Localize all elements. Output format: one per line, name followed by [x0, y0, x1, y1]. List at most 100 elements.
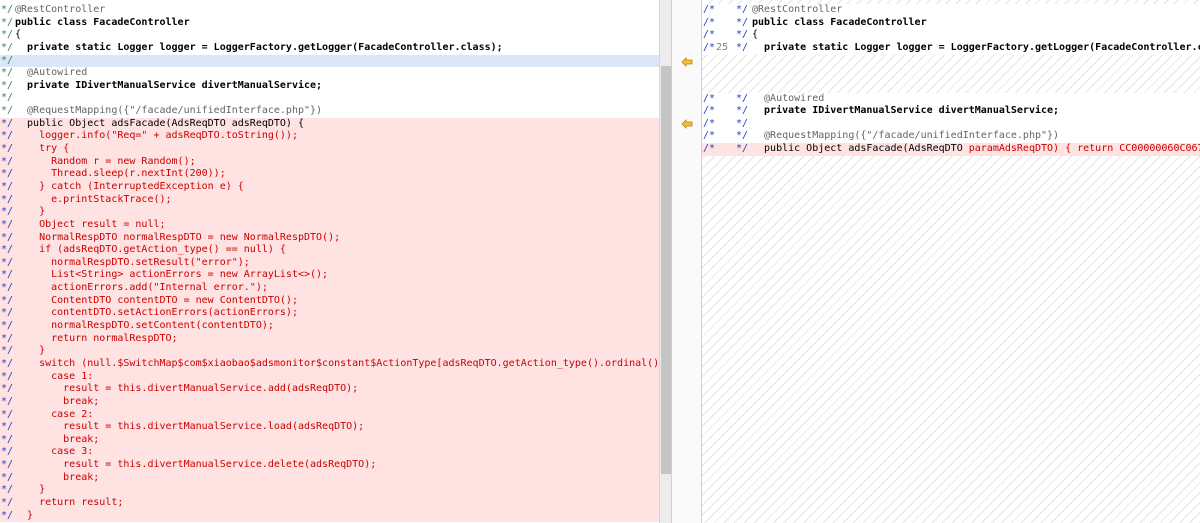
code-line[interactable]: */ result = this.divertManualService.add…	[0, 383, 659, 396]
code-text: result = this.divertManualService.add(ad…	[15, 383, 359, 395]
code-text: if (adsReqDTO.getAction_type() == null) …	[15, 244, 286, 256]
code-line[interactable]: */ break;	[0, 433, 659, 447]
code-line[interactable]: /* */ @RequestMapping({"/facade/unifiedIn…	[702, 130, 1200, 144]
code-text: @RequestMapping({"/facade/unifiedInterfa…	[752, 130, 1059, 143]
compare-editor: */@RestController */public class FacadeCo…	[0, 0, 1200, 523]
code-line[interactable]: */ result = this.divertManualService.loa…	[0, 421, 659, 434]
code-line[interactable]: */ @Autowired	[0, 67, 659, 80]
code-line[interactable]: */ NormalRespDTO normalRespDTO = new Nor…	[0, 231, 659, 245]
right-source-pane[interactable]: /* */@RestController/* */public class Faca…	[702, 0, 1200, 523]
left-arrow-icon[interactable]	[681, 119, 693, 129]
code-line[interactable]	[702, 55, 1200, 93]
code-text: normalRespDTO.setContent(contentDTO);	[15, 320, 274, 332]
left-arrow-icon[interactable]	[681, 57, 693, 67]
code-text: normalRespDTO.setResult("error");	[15, 256, 250, 268]
changed-code-segment: paramAdsReqDTO) { return CC00000060C0675…	[968, 143, 1200, 155]
code-text: Random r = new Random();	[15, 155, 196, 167]
code-text: public class FacadeController	[752, 17, 927, 30]
code-line[interactable]: */	[0, 54, 659, 68]
code-line[interactable]: /* */	[702, 117, 1200, 131]
code-text: @RestController	[15, 4, 106, 15]
code-line[interactable]: */ }	[0, 509, 659, 523]
code-line[interactable]: */ Thread.sleep(r.nextInt(200));	[0, 168, 659, 181]
code-text: actionErrors.add("Internal error.");	[15, 282, 268, 294]
code-line[interactable]: /* 25 */ private static Logger logger = Lo…	[702, 41, 1200, 55]
code-text: result = this.divertManualService.delete…	[15, 459, 377, 471]
code-line[interactable]: /* */public class FacadeController	[702, 16, 1200, 30]
code-line[interactable]: */ }	[0, 345, 659, 358]
code-segment: {	[752, 29, 759, 41]
code-text: logger.info("Req=" + adsReqDTO.toString(…	[15, 130, 298, 142]
left-source-pane[interactable]: */@RestController */public class FacadeCo…	[0, 0, 659, 523]
code-line[interactable]: /* */ @Autowired	[702, 92, 1200, 106]
code-line[interactable]: */ switch (null.$SwitchMap$com$xiaobao$a…	[0, 357, 659, 371]
code-line[interactable]: */ }	[0, 484, 659, 497]
code-text: } catch (InterruptedException e) {	[15, 180, 244, 192]
code-line[interactable]: */ logger.info("Req=" + adsReqDTO.toStri…	[0, 130, 659, 144]
code-line[interactable]: */ result = this.divertManualService.del…	[0, 459, 659, 472]
code-line[interactable]: */ return result;	[0, 496, 659, 510]
code-line[interactable]: /* */{	[702, 29, 1200, 42]
right-code-lines: /* */@RestController/* */public class Faca…	[702, 4, 1200, 156]
code-line[interactable]: */ @RequestMapping({"/facade/unifiedInte…	[0, 105, 659, 118]
code-line[interactable]: */ case 1:	[0, 370, 659, 384]
code-segment: public Object adsFacade(AdsReqDTO	[752, 143, 969, 155]
code-line[interactable]: */ Object result = null;	[0, 218, 659, 232]
code-line[interactable]: */ private static Logger logger = Logger…	[0, 42, 659, 55]
code-line[interactable]: */public class FacadeController	[0, 17, 659, 30]
code-text: return normalRespDTO;	[15, 332, 178, 344]
code-line[interactable]: */ break;	[0, 471, 659, 485]
code-line[interactable]: */ break;	[0, 395, 659, 409]
comment-gutter: /*	[703, 41, 716, 53]
code-line[interactable]: */ contentDTO.setActionErrors(actionErro…	[0, 307, 659, 321]
code-line[interactable]: /* */@RestController	[702, 4, 1200, 17]
code-text: List<String> actionErrors = new ArrayLis…	[15, 269, 329, 281]
code-text: @RequestMapping({"/facade/unifiedInterfa…	[15, 105, 323, 117]
comment-gutter: /*	[703, 117, 716, 129]
comment-gutter: */	[736, 130, 749, 142]
code-line[interactable]: */ Random r = new Random();	[0, 155, 659, 169]
code-line[interactable]: */ try {	[0, 143, 659, 156]
code-text: }	[15, 509, 34, 521]
code-line[interactable]: */ if (adsReqDTO.getAction_type() == nul…	[0, 244, 659, 257]
code-text: break;	[15, 471, 100, 483]
code-text: {	[15, 29, 22, 41]
code-line[interactable]: */ normalRespDTO.setContent(contentDTO);	[0, 320, 659, 333]
code-text: private IDivertManualService divertManua…	[752, 105, 1059, 118]
code-text: public class FacadeController	[15, 16, 190, 28]
code-line[interactable]: */@RestController	[0, 4, 659, 17]
code-text: contentDTO.setActionErrors(actionErrors)…	[15, 307, 298, 319]
code-line[interactable]: /* */ private IDivertManualService divert…	[702, 105, 1200, 118]
comment-gutter: */	[736, 16, 749, 28]
comment-gutter: */	[736, 41, 749, 53]
code-line[interactable]: */ } catch (InterruptedException e) {	[0, 180, 659, 194]
code-line[interactable]: */ normalRespDTO.setResult("error");	[0, 256, 659, 270]
code-line[interactable]: */{	[0, 29, 659, 42]
code-line[interactable]: */ List<String> actionErrors = new Array…	[0, 269, 659, 283]
code-line[interactable]: */ public Object adsFacade(AdsReqDTO ads…	[0, 117, 659, 131]
comment-gutter: /*	[703, 92, 716, 104]
code-text: case 1:	[15, 370, 94, 382]
code-line[interactable]: */	[0, 92, 659, 105]
code-text: Thread.sleep(r.nextInt(200));	[15, 168, 226, 180]
code-line[interactable]: /* */ public Object adsFacade(AdsReqDTO p…	[702, 143, 1200, 156]
code-text: ContentDTO contentDTO = new ContentDTO()…	[15, 294, 298, 306]
code-segment: @Autowired	[752, 92, 825, 104]
comment-gutter: /*	[703, 130, 716, 142]
code-line[interactable]: */ actionErrors.add("Internal error.");	[0, 282, 659, 295]
left-vertical-scrollbar[interactable]	[659, 0, 671, 523]
code-line[interactable]: */ e.printStackTrace();	[0, 193, 659, 207]
code-line[interactable]: */ return normalRespDTO;	[0, 332, 659, 346]
code-line[interactable]: */ }	[0, 206, 659, 219]
code-line[interactable]: */ case 2:	[0, 408, 659, 422]
code-segment: @RestController	[752, 4, 843, 15]
code-line[interactable]: */ private IDivertManualService divertMa…	[0, 80, 659, 93]
code-text: result = this.divertManualService.load(a…	[15, 421, 365, 433]
comment-gutter: */	[736, 4, 749, 15]
scrollbar-thumb[interactable]	[661, 66, 671, 474]
code-segment: public class FacadeController	[752, 16, 927, 28]
comment-gutter: /*	[703, 4, 716, 15]
comment-gutter: /*	[703, 143, 716, 155]
code-line[interactable]: */ case 3:	[0, 446, 659, 460]
code-line[interactable]: */ ContentDTO contentDTO = new ContentDT…	[0, 294, 659, 308]
